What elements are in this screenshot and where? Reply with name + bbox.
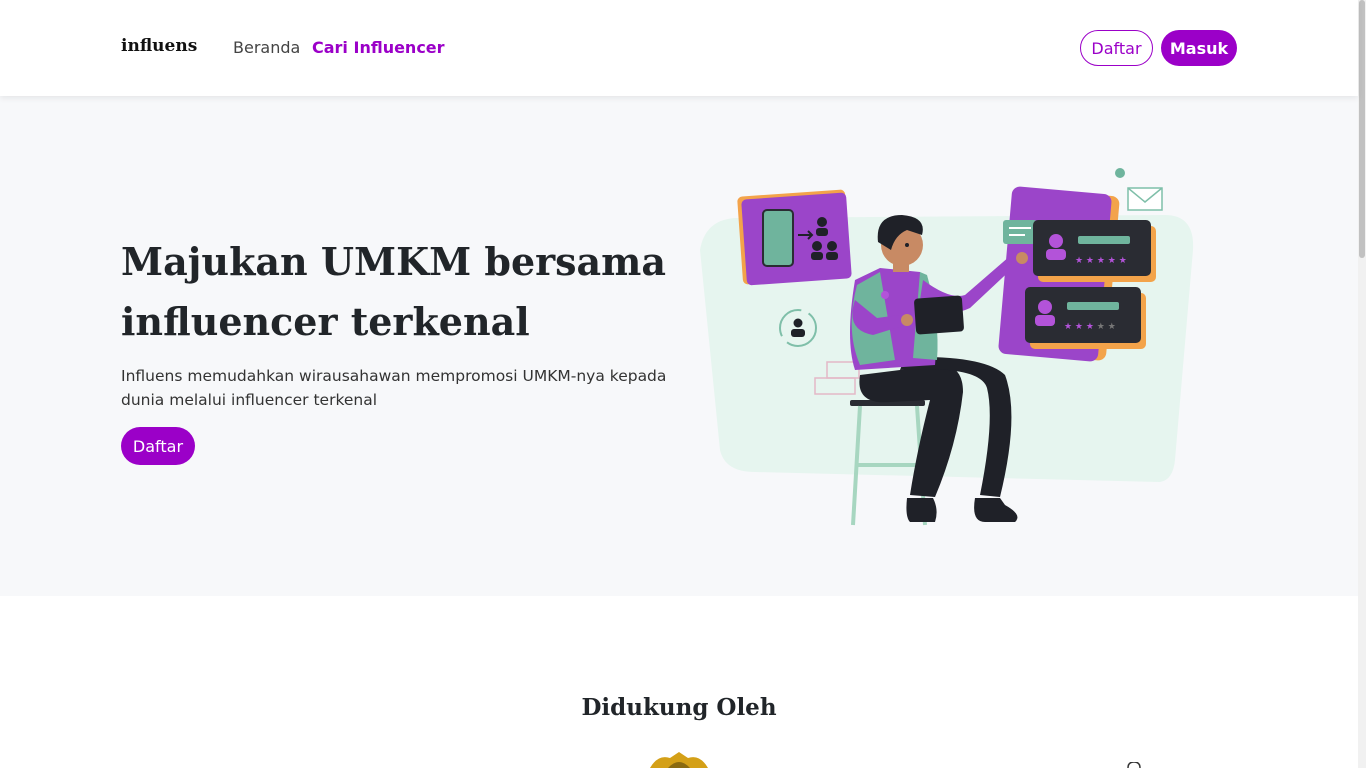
login-button[interactable]: Masuk	[1161, 30, 1237, 66]
brand-logo[interactable]: influens	[121, 36, 197, 56]
search-icon	[1127, 762, 1141, 768]
svg-text:★ ★ ★ ★ ★: ★ ★ ★ ★ ★	[1064, 322, 1116, 332]
hero-description: Influens memudahkan wirausahawan memprom…	[121, 367, 667, 409]
page-scrollbar-thumb[interactable]	[1359, 0, 1365, 258]
garuda-logo-icon	[650, 752, 708, 768]
svg-text:★ ★ ★ ★ ★: ★ ★ ★ ★ ★	[1075, 256, 1127, 266]
influencer-marketing-illustration: ★ ★ ★ ★ ★ ★ ★ ★ ★ ★	[700, 168, 1194, 526]
hero-register-button[interactable]: Daftar	[121, 427, 195, 465]
supported-by-title: Didukung Oleh	[581, 694, 777, 721]
register-button[interactable]: Daftar	[1080, 30, 1153, 66]
top-navbar: influens Beranda Cari Influencer Daftar …	[0, 0, 1358, 96]
nav-link-beranda[interactable]: Beranda	[233, 38, 300, 57]
hero-title: Majukan UMKM bersama influencer terkenal	[121, 239, 667, 344]
nav-link-cari-influencer[interactable]: Cari Influencer	[312, 38, 445, 57]
